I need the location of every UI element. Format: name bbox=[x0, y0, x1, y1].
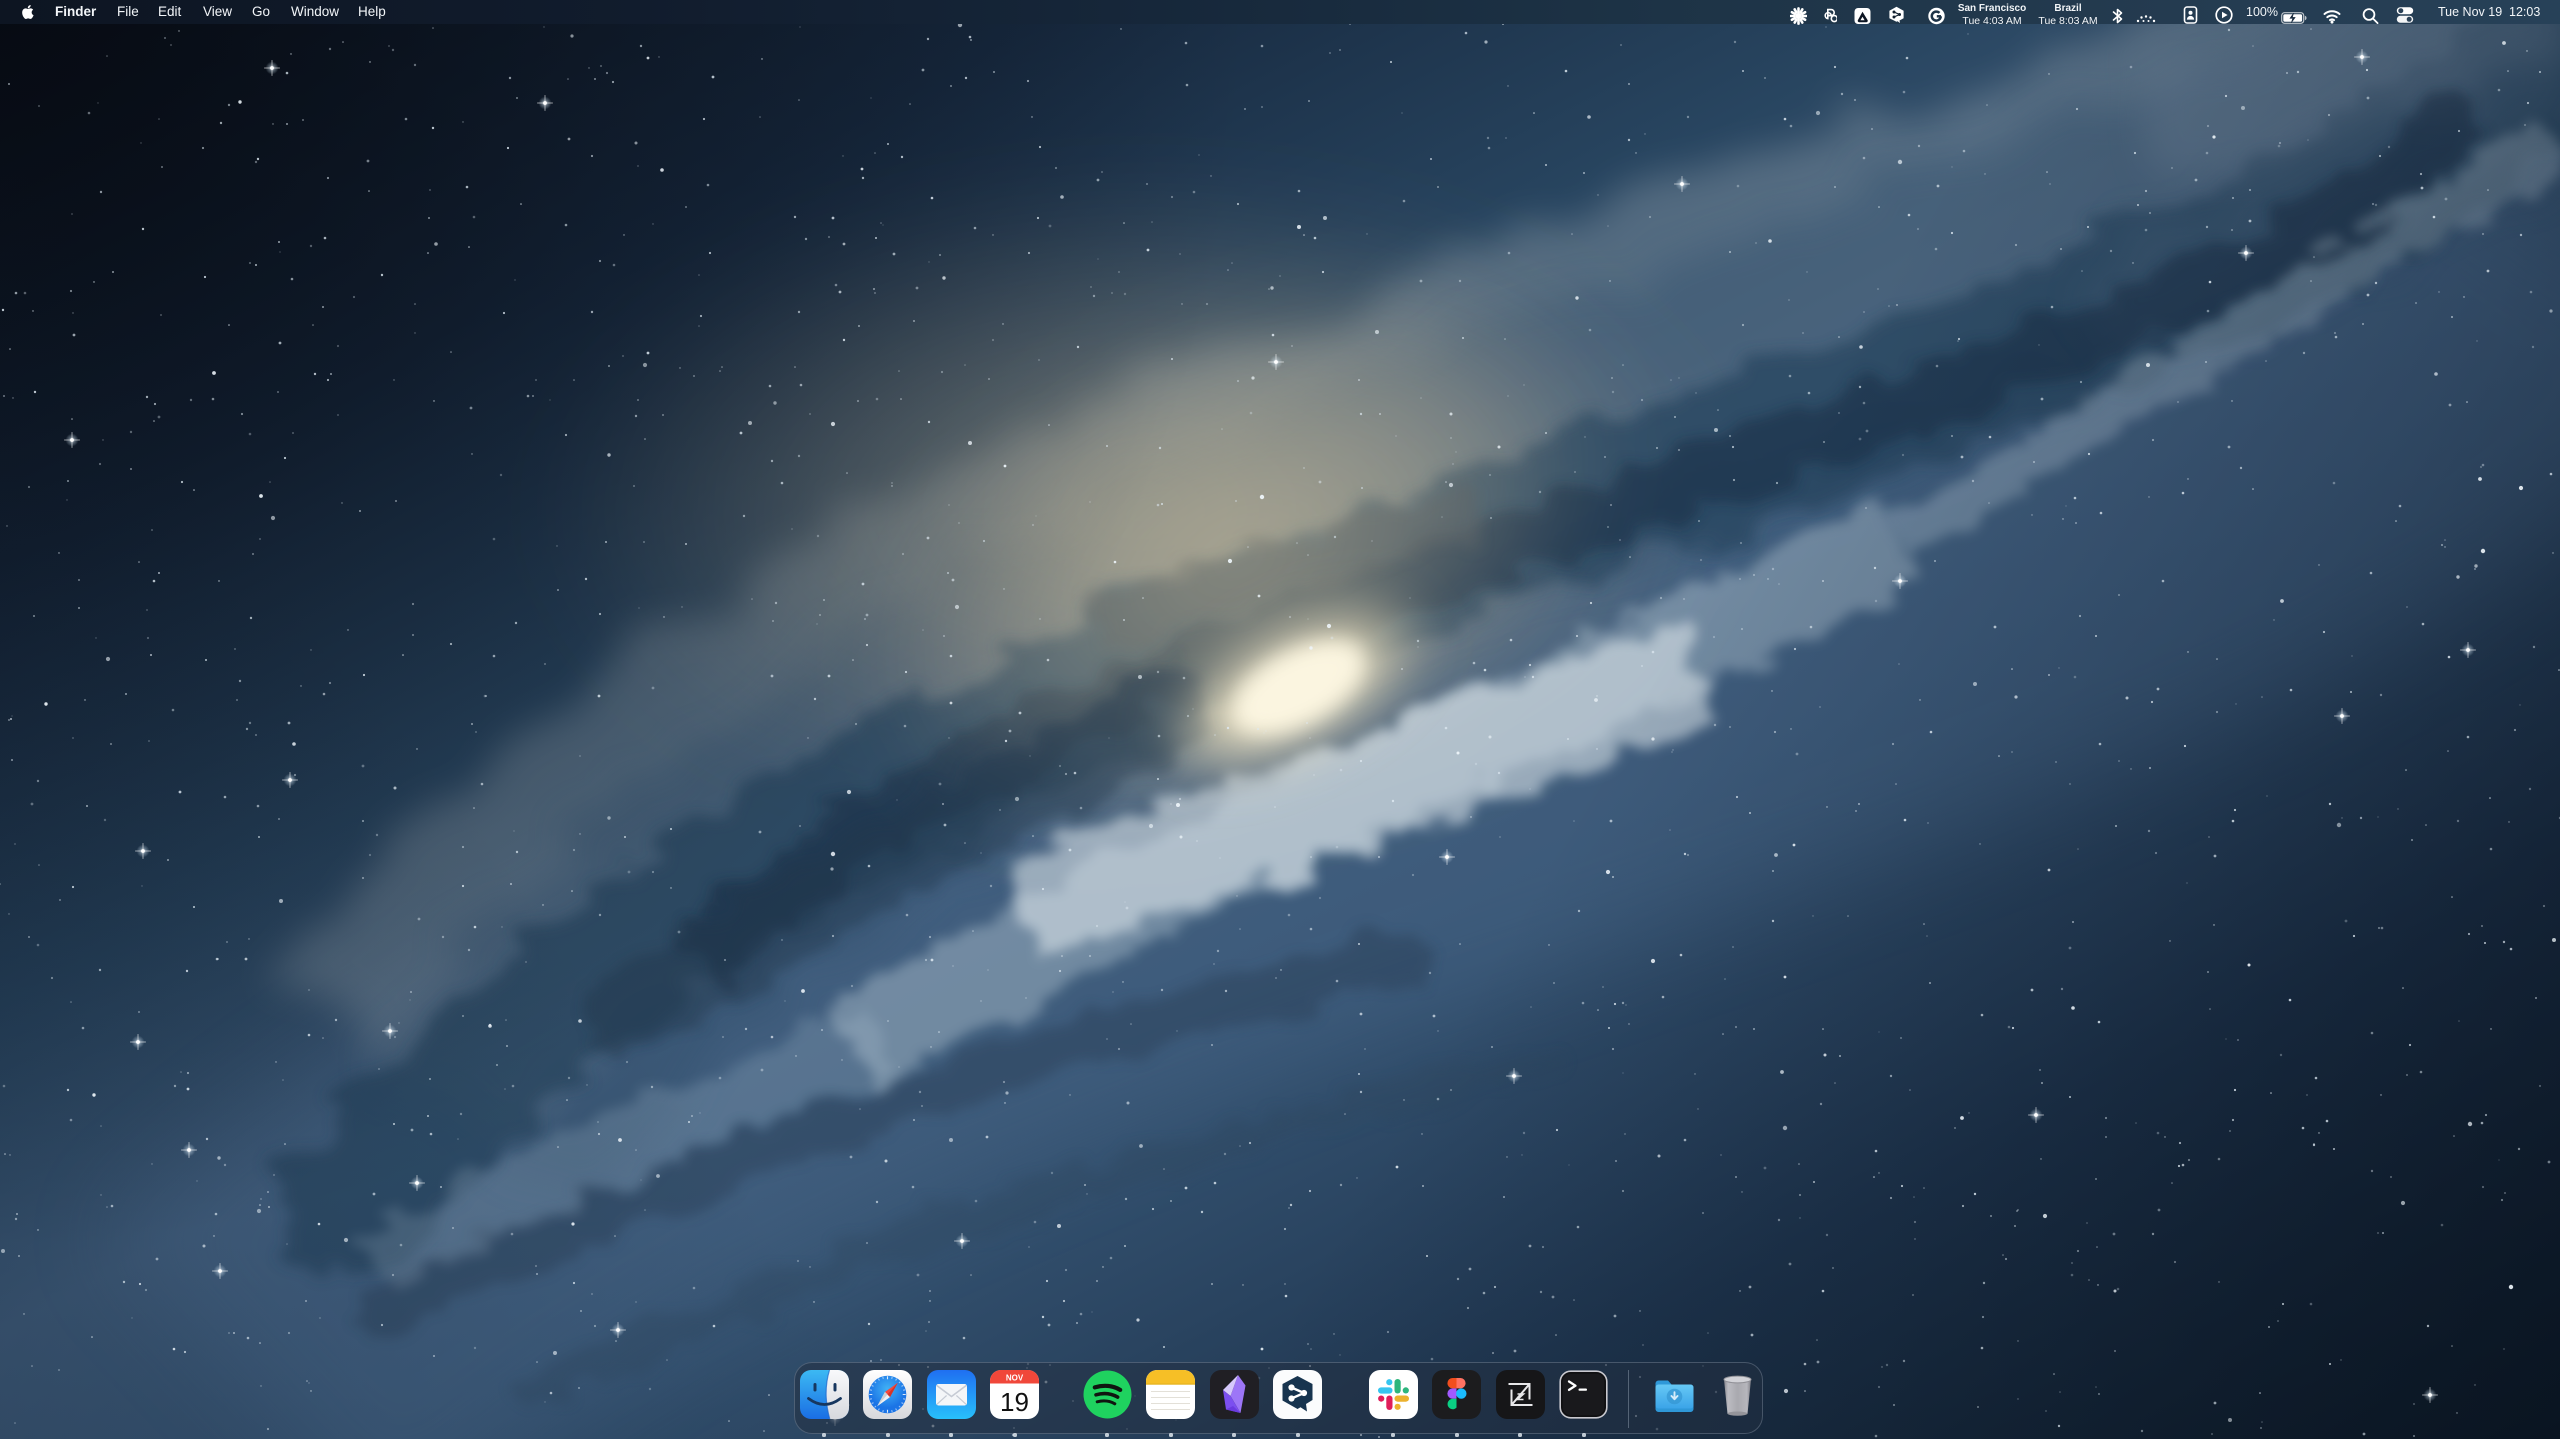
svg-text:19: 19 bbox=[1000, 1387, 1029, 1417]
svg-text:NOV: NOV bbox=[1006, 1374, 1024, 1383]
